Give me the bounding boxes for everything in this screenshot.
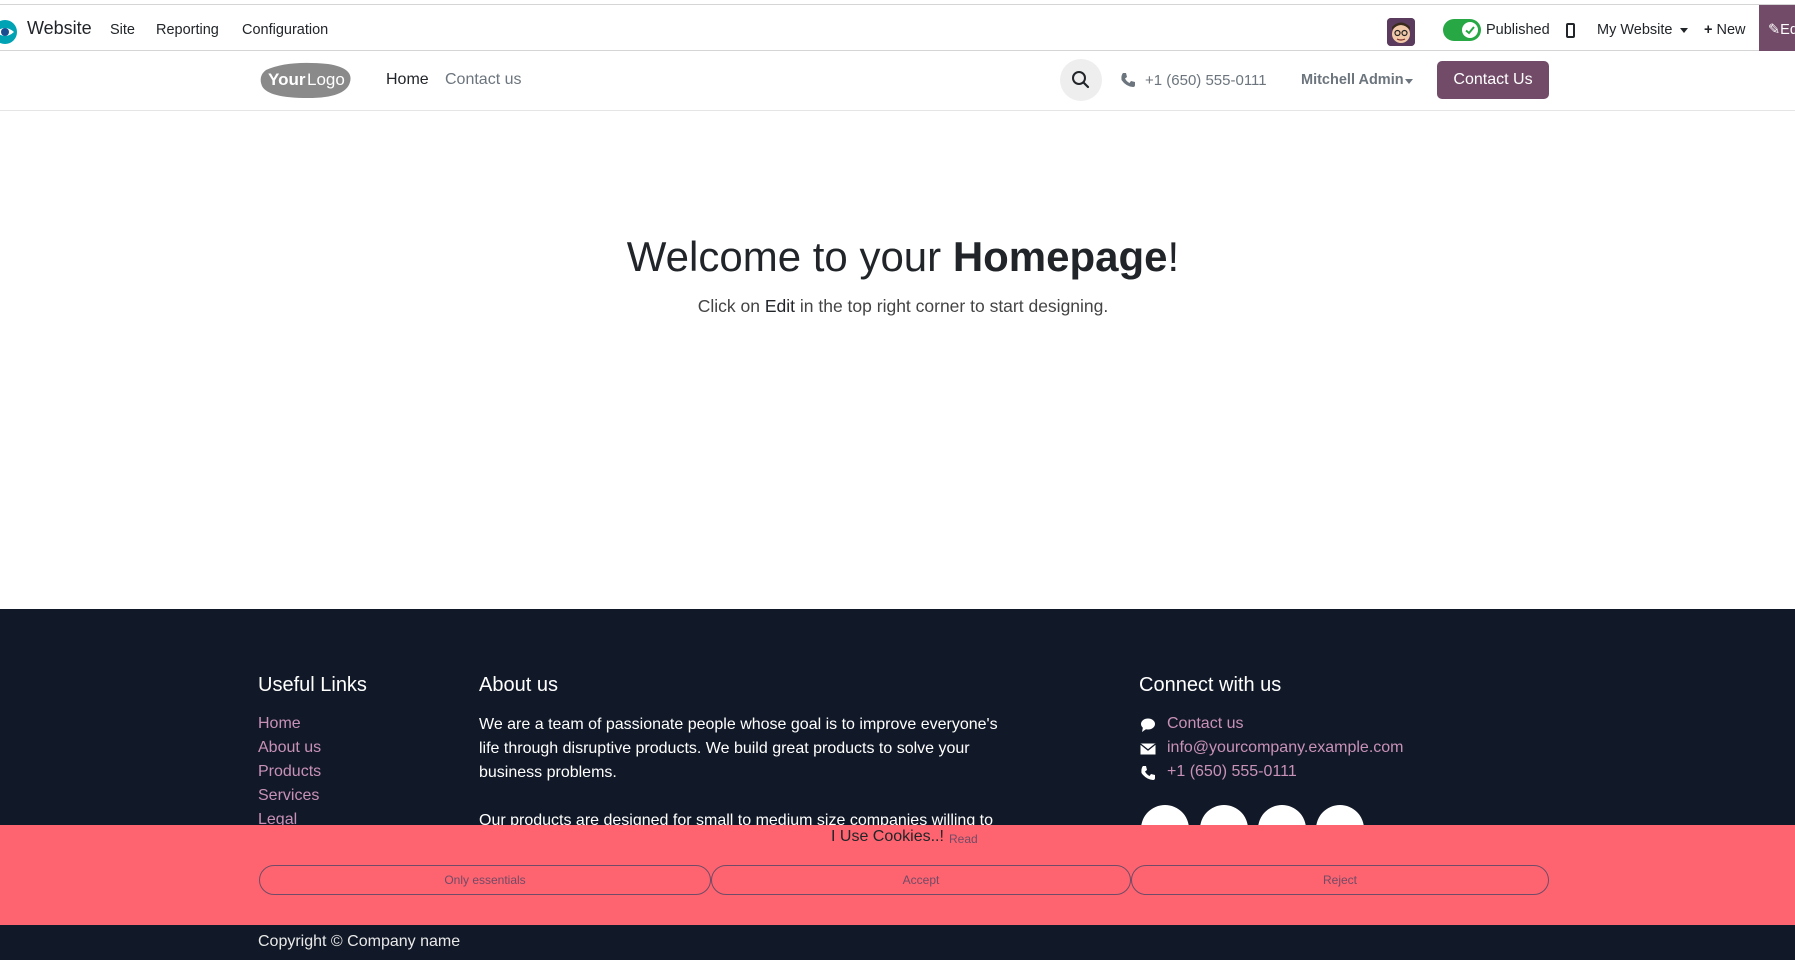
copyright: Copyright © Company name (258, 933, 461, 950)
welcome-title-suffix: ! (1167, 233, 1180, 280)
mobile-icon[interactable] (1566, 23, 1575, 38)
caret-down-icon (1679, 27, 1688, 33)
search-button[interactable] (1060, 59, 1102, 101)
footer-link-services[interactable]: Services (258, 787, 319, 805)
chat-icon (1141, 718, 1155, 732)
search-icon (1072, 71, 1090, 89)
svg-text:Logo: Logo (307, 70, 345, 89)
new-label: New (1716, 22, 1746, 38)
site-logo[interactable]: Your Logo (258, 58, 354, 100)
published-toggle[interactable] (1443, 19, 1481, 41)
connect-email[interactable]: info@yourcompany.example.com (1167, 739, 1404, 757)
user-menu[interactable]: Mitchell Admin (1301, 72, 1404, 88)
welcome-subtitle: Click on Edit in the top right corner to… (0, 296, 1795, 317)
phone-icon (1141, 766, 1155, 780)
toggle-knob (1462, 22, 1478, 38)
cookie-read-link[interactable]: Read (949, 832, 978, 846)
website-selector[interactable]: My Website (1597, 22, 1688, 38)
footer-link-home[interactable]: Home (258, 715, 301, 733)
cookie-title: I Use Cookies..! (831, 828, 944, 845)
footer-link-about-us[interactable]: About us (258, 739, 321, 757)
svg-text:Your: Your (268, 70, 306, 89)
nav-home[interactable]: Home (386, 71, 429, 89)
about-us-title: About us (479, 674, 558, 696)
connect-contact-us[interactable]: Contact us (1167, 715, 1243, 733)
cookie-bar: I Use Cookies..! Read Only essentials Ac… (0, 825, 1795, 925)
published-label[interactable]: Published (1486, 22, 1550, 38)
edit-label: Edit (1780, 22, 1795, 38)
about-paragraph-1: We are a team of passionate people whose… (479, 716, 998, 781)
welcome-title-bold: Homepage (952, 233, 1168, 280)
edit-button[interactable]: ✎Edit (1759, 5, 1795, 51)
pencil-icon: ✎ (1768, 22, 1781, 38)
nav-contact-us[interactable]: Contact us (445, 71, 521, 89)
website-selector-label: My Website (1597, 22, 1673, 38)
welcome-title: Welcome to your Homepage! (0, 233, 1795, 281)
check-icon (1465, 26, 1475, 35)
avatar-face-icon (1387, 18, 1415, 46)
header-phone[interactable]: +1 (650) 555-0111 (1145, 72, 1267, 89)
only-essentials-button[interactable]: Only essentials (259, 865, 711, 895)
site-header: Your Logo Home Contact us +1 (650) 555-0… (0, 51, 1795, 111)
welcome-sub-edit: Edit (764, 296, 796, 316)
menu-configuration[interactable]: Configuration (242, 22, 328, 38)
welcome-sub-prefix: Click on (697, 296, 765, 316)
phone-icon (1121, 73, 1135, 87)
menu-reporting[interactable]: Reporting (156, 22, 219, 38)
contact-us-button[interactable]: Contact Us (1437, 61, 1549, 99)
reject-button[interactable]: Reject (1131, 865, 1549, 895)
plus-icon: + (1704, 22, 1713, 38)
footer-link-products[interactable]: Products (258, 763, 321, 781)
accept-button[interactable]: Accept (711, 865, 1131, 895)
useful-links-title: Useful Links (258, 674, 367, 696)
connect-phone[interactable]: +1 (650) 555-0111 (1167, 763, 1297, 781)
welcome-title-prefix: Welcome to your (626, 233, 953, 280)
website-app-icon[interactable] (0, 19, 18, 45)
caret-down-icon[interactable] (1405, 79, 1413, 84)
menu-site[interactable]: Site (110, 22, 135, 38)
new-button[interactable]: + New (1704, 22, 1746, 38)
app-name[interactable]: Website (27, 18, 92, 39)
envelope-icon (1140, 743, 1156, 755)
admin-navbar: Website Site Reporting Configuration Pub… (0, 4, 1795, 51)
user-avatar[interactable] (1387, 18, 1415, 46)
connect-title: Connect with us (1139, 674, 1282, 696)
welcome-sub-suffix: in the top right corner to start designi… (795, 296, 1109, 316)
